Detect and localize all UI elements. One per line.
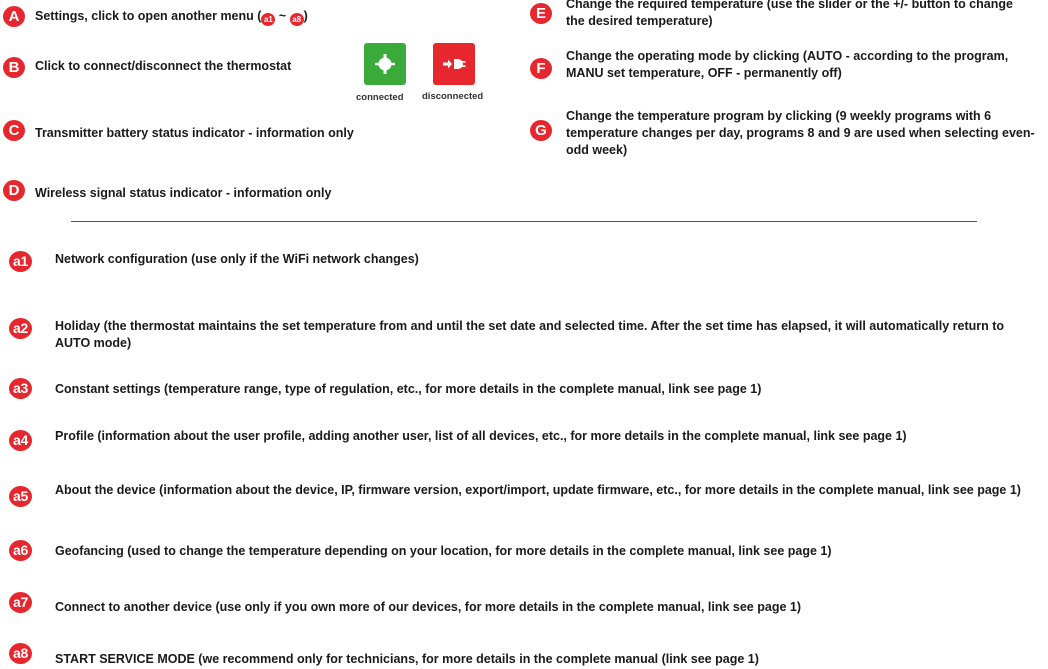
badge-g: G xyxy=(530,120,552,141)
menu-item-a5-text: About the device (information about the … xyxy=(55,483,1021,497)
badge-a5: a5 xyxy=(9,486,32,507)
badge-a: A xyxy=(3,6,25,27)
badge-a1: a1 xyxy=(9,251,32,272)
plug-disconnected-icon xyxy=(443,59,466,69)
badge-c: C xyxy=(3,120,25,141)
menu-item-a2-text: Holiday (the thermostat maintains the se… xyxy=(55,319,1005,350)
connected-caption: connected xyxy=(356,92,404,103)
menu-item-a6-text: Geofancing (used to change the temperatu… xyxy=(55,544,832,558)
item-c-text: Transmitter battery status indicator - i… xyxy=(35,126,354,140)
badge-a8: a8 xyxy=(9,643,32,664)
item-a-pre: Settings, click to open another menu ( xyxy=(35,9,262,23)
mini-badge-a8: a8 xyxy=(289,13,304,26)
connected-icon-tile[interactable] xyxy=(364,43,406,85)
disconnected-caption: disconnected xyxy=(422,91,484,102)
menu-item-a1-text: Network configuration (use only if the W… xyxy=(55,252,419,266)
badge-a7: a7 xyxy=(9,592,32,613)
item-a-post: ) xyxy=(303,9,308,23)
disconnected-icon-tile[interactable] xyxy=(433,43,475,85)
divider xyxy=(71,221,977,222)
menu-item-a8-text: START SERVICE MODE (we recommend only fo… xyxy=(55,652,759,666)
mini-badge-a1: a1 xyxy=(261,13,276,26)
badge-a4: a4 xyxy=(9,430,32,451)
item-b-text: Click to connect/disconnect the thermost… xyxy=(35,59,292,73)
badge-e: E xyxy=(530,3,552,24)
badge-a6: a6 xyxy=(9,540,32,561)
badge-a3: a3 xyxy=(9,378,32,399)
menu-item-a3-text: Constant settings (temperature range, ty… xyxy=(55,382,762,396)
plug-connected-icon xyxy=(375,54,395,74)
item-e-text: Change the required temperature (use the… xyxy=(566,0,1013,28)
badge-d: D xyxy=(3,180,25,201)
badge-a2: a2 xyxy=(9,318,32,339)
menu-item-a7-text: Connect to another device (use only if y… xyxy=(55,600,801,614)
item-f-text: Change the operating mode by clicking (A… xyxy=(566,49,1009,80)
item-d-text: Wireless signal status indicator - infor… xyxy=(35,186,332,200)
item-a-sep: ~ xyxy=(275,9,290,23)
menu-item-a4-text: Profile (information about the user prof… xyxy=(55,429,907,443)
item-a-text: Settings, click to open another menu (a1… xyxy=(35,8,308,26)
item-g-text: Change the temperature program by clicki… xyxy=(566,109,1035,157)
badge-f: F xyxy=(530,58,552,79)
badge-b: B xyxy=(3,57,25,78)
